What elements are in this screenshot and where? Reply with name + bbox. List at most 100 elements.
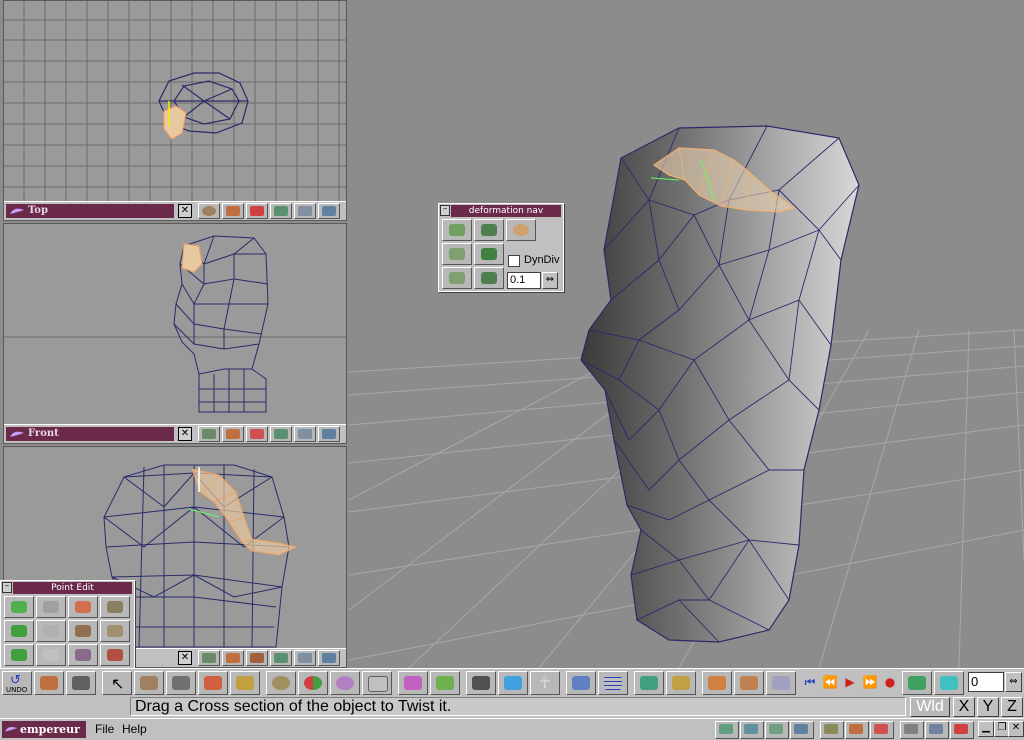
tool-funnel-button[interactable] — [398, 671, 428, 695]
tool-rotate-button[interactable] — [666, 671, 696, 695]
tool-cube-button[interactable] — [34, 671, 64, 695]
frame-stepper[interactable]: ⇔ — [1005, 672, 1022, 692]
front-tool-house-button[interactable] — [246, 426, 268, 442]
deformation-nav-minimize-button[interactable]: – — [440, 205, 450, 216]
point-edit-scatter-button[interactable] — [68, 644, 98, 666]
point-edit-cube3-button[interactable] — [36, 644, 66, 666]
front-viewport-close-button[interactable]: ✕ — [178, 427, 192, 441]
side-tool-move-button[interactable] — [270, 650, 292, 666]
panel-tool-2-button[interactable] — [740, 721, 764, 739]
record-button[interactable]: ● — [880, 675, 900, 693]
axis-y-button[interactable]: Y — [977, 697, 999, 717]
tool-axes-button[interactable] — [566, 671, 596, 695]
tool-camera-button[interactable] — [66, 671, 96, 695]
deform-rotate-button[interactable] — [474, 219, 504, 241]
point-edit-noise-button[interactable] — [100, 596, 130, 618]
undo-button[interactable]: ↺ UNDO — [2, 671, 32, 695]
tool-spline-button[interactable] — [362, 671, 392, 695]
deform-sphere-button[interactable] — [506, 219, 536, 241]
axis-x-button[interactable]: X — [953, 697, 975, 717]
top-tool-zoom-button[interactable] — [294, 203, 316, 219]
front-tool-zoom-button[interactable] — [294, 426, 316, 442]
play-button[interactable]: ▶ — [840, 675, 860, 693]
panel-tool-5-button[interactable] — [820, 721, 844, 739]
tool-blob-button[interactable] — [330, 671, 360, 695]
point-edit-twist-button[interactable] — [100, 644, 130, 666]
deform-value-stepper[interactable]: ⇔ — [542, 272, 558, 289]
side-viewport-close-button[interactable]: ✕ — [178, 651, 192, 665]
deform-scale-button[interactable] — [442, 243, 472, 265]
side-tool-zoom-button[interactable] — [294, 650, 316, 666]
head-model-shaded[interactable] — [349, 0, 1024, 668]
top-tool-cube-button[interactable] — [222, 203, 244, 219]
front-tool-cube-button[interactable] — [222, 426, 244, 442]
menu-help[interactable]: Help — [122, 722, 147, 736]
panel-tool-9-button[interactable] — [925, 721, 949, 739]
tool-film-button[interactable] — [466, 671, 496, 695]
point-edit-texture-button[interactable] — [100, 620, 130, 642]
point-edit-ring-button[interactable] — [4, 620, 34, 642]
tool-pointer-button[interactable]: ↖ — [102, 671, 132, 695]
axis-z-button[interactable]: Z — [1001, 697, 1023, 717]
side-tool-house-button[interactable] — [246, 650, 268, 666]
tool-mesh-button[interactable] — [166, 671, 196, 695]
dyndiv-checkbox[interactable] — [508, 255, 520, 267]
point-edit-cube-red-button[interactable] — [68, 596, 98, 618]
tool-key-button[interactable] — [902, 671, 932, 695]
top-tool-axes-button[interactable] — [318, 203, 340, 219]
tool-move2-button[interactable] — [702, 671, 732, 695]
tool-box2-button[interactable] — [634, 671, 664, 695]
tool-grid-button[interactable] — [598, 671, 628, 695]
point-edit-palette[interactable]: – Point Edit — [0, 580, 135, 669]
deform-taper-button[interactable] — [474, 267, 504, 289]
panel-tool-4-button[interactable] — [790, 721, 814, 739]
frame-input[interactable]: 0 — [968, 672, 1004, 692]
point-edit-mesh-button[interactable] — [4, 644, 34, 666]
point-edit-cube-button[interactable] — [36, 596, 66, 618]
front-tool-axes2-button[interactable] — [318, 426, 340, 442]
top-tool-move-button[interactable] — [270, 203, 292, 219]
point-edit-minimize-button[interactable]: – — [2, 582, 12, 593]
tool-figure-button[interactable]: ☥ — [530, 671, 560, 695]
tool-move-button[interactable] — [134, 671, 164, 695]
panel-tool-6-button[interactable] — [845, 721, 869, 739]
side-tool-axes-button[interactable] — [198, 650, 220, 666]
menu-file[interactable]: File — [95, 722, 114, 736]
side-tool-cube-button[interactable] — [222, 650, 244, 666]
top-tool-sphere-button[interactable] — [198, 203, 220, 219]
top-viewport-close-button[interactable]: ✕ — [178, 204, 192, 218]
window-close-button[interactable]: ✕ — [1008, 721, 1024, 737]
tool-cube4-button[interactable] — [498, 671, 528, 695]
perspective-viewport[interactable] — [349, 0, 1024, 668]
world-space-toggle[interactable]: Wld — [910, 697, 950, 717]
panel-tool-8-button[interactable] — [900, 721, 924, 739]
tool-cube2-button[interactable] — [198, 671, 228, 695]
rewind-button[interactable]: ⏪ — [820, 675, 840, 693]
skip-start-button[interactable]: ⏮ — [800, 675, 820, 693]
deform-twist-button[interactable] — [474, 243, 504, 265]
panel-tool-3-button[interactable] — [765, 721, 789, 739]
top-tool-flat-button[interactable] — [246, 203, 268, 219]
tool-scale-button[interactable] — [766, 671, 796, 695]
tool-box-button[interactable] — [230, 671, 260, 695]
front-viewport[interactable]: Front ✕ — [3, 223, 347, 444]
front-tool-move-button[interactable] — [270, 426, 292, 442]
panel-tool-1-button[interactable] — [715, 721, 739, 739]
panel-tool-7-button[interactable] — [870, 721, 894, 739]
front-tool-axes-button[interactable] — [198, 426, 220, 442]
tool-loop-button[interactable] — [934, 671, 964, 695]
point-edit-cube2-button[interactable] — [36, 620, 66, 642]
deform-value-input[interactable]: 0.1 — [507, 272, 541, 289]
panel-tool-10-button[interactable] — [950, 721, 974, 739]
tool-rotate2-button[interactable] — [734, 671, 764, 695]
deformation-nav-palette[interactable]: – deformation nav DynDiv 0.1 ⇔ — [438, 203, 564, 292]
point-edit-plane-button[interactable] — [4, 596, 34, 618]
window-minimize-button[interactable]: ▁ — [978, 721, 994, 737]
deform-expand-button[interactable] — [442, 267, 472, 289]
top-viewport[interactable]: Top ✕ — [3, 0, 347, 221]
tool-cube3-button[interactable] — [430, 671, 460, 695]
tool-sphere-button[interactable] — [266, 671, 296, 695]
deform-move-button[interactable] — [442, 219, 472, 241]
tool-halfsphere-button[interactable] — [298, 671, 328, 695]
point-edit-bend-button[interactable] — [68, 620, 98, 642]
